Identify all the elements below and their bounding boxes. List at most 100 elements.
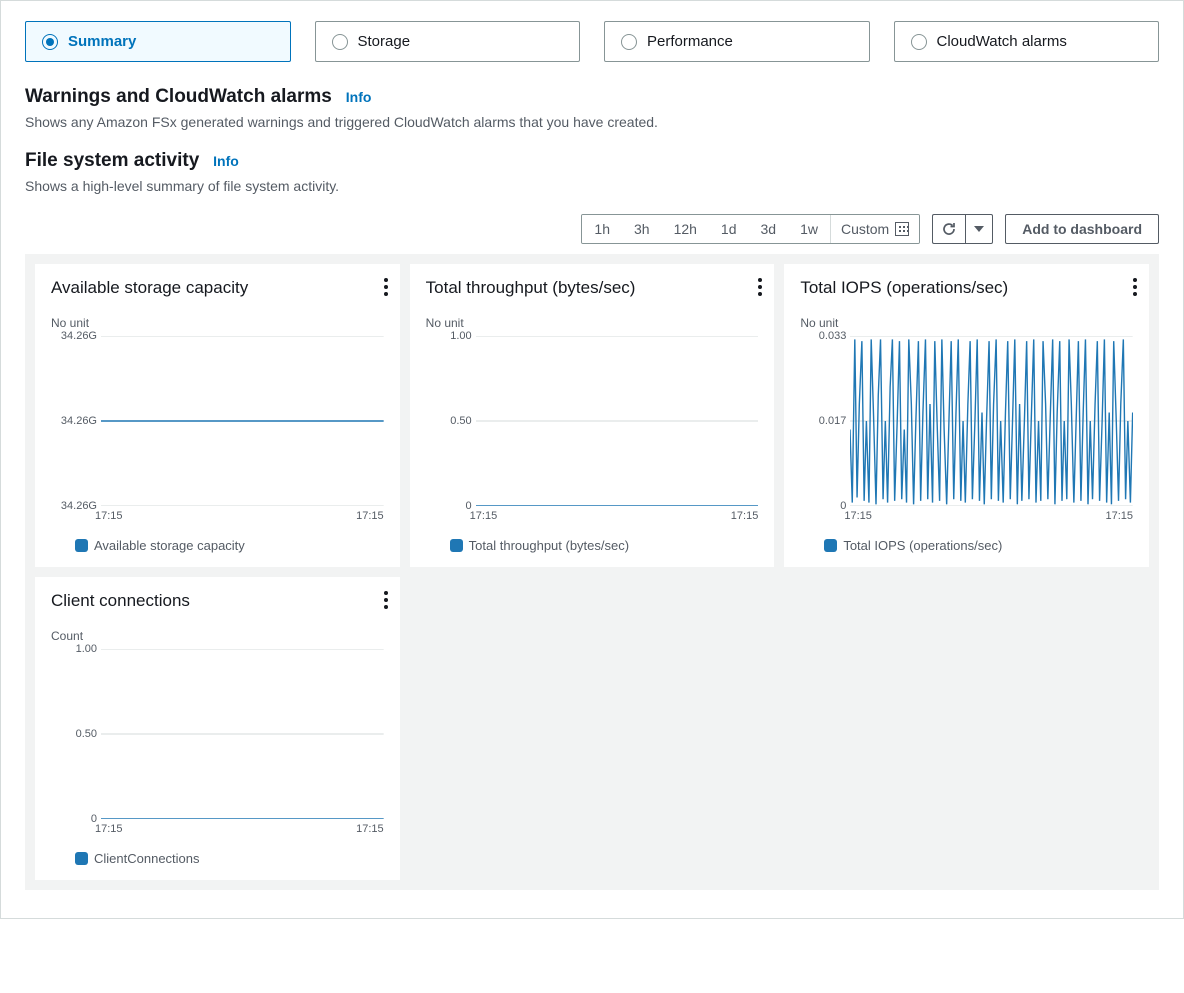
x-tick-label: 17:15 bbox=[470, 510, 498, 522]
activity-desc: Shows a high-level summary of file syste… bbox=[25, 178, 1159, 194]
tab-storage[interactable]: Storage bbox=[315, 21, 581, 62]
chart-legend: Total IOPS (operations/sec) bbox=[824, 538, 1133, 553]
y-tick-label: 0.50 bbox=[450, 415, 471, 427]
range-1w[interactable]: 1w bbox=[788, 215, 830, 243]
radio-icon bbox=[42, 34, 58, 50]
y-tick-label: 34.26G bbox=[61, 415, 97, 427]
refresh-icon bbox=[941, 221, 957, 237]
charts-area: Available storage capacityNo unit34.26G3… bbox=[25, 254, 1159, 890]
warnings-info-link[interactable]: Info bbox=[346, 89, 372, 105]
chart-plot: 1.000.500 bbox=[432, 336, 759, 506]
y-tick-label: 0.50 bbox=[76, 728, 97, 740]
tab-summary[interactable]: Summary bbox=[25, 21, 291, 62]
chart-plot: 34.26G34.26G34.26G bbox=[57, 336, 384, 506]
chart-title: Total throughput (bytes/sec) bbox=[426, 278, 759, 298]
chart-options-icon[interactable] bbox=[1133, 278, 1137, 296]
chart-legend: ClientConnections bbox=[75, 851, 384, 866]
chart-legend: Available storage capacity bbox=[75, 538, 384, 553]
activity-info-link[interactable]: Info bbox=[213, 153, 239, 169]
chart-y-unit: Count bbox=[51, 629, 384, 643]
tab-label: Summary bbox=[68, 33, 136, 50]
range-1h[interactable]: 1h bbox=[582, 215, 622, 243]
chevron-down-icon bbox=[974, 226, 984, 232]
range-3h[interactable]: 3h bbox=[622, 215, 662, 243]
tab-cloudwatch-alarms[interactable]: CloudWatch alarms bbox=[894, 21, 1160, 62]
warnings-title: Warnings and CloudWatch alarms bbox=[25, 86, 332, 108]
range-custom[interactable]: Custom bbox=[830, 215, 919, 243]
chart-options-icon[interactable] bbox=[758, 278, 762, 296]
range-3d[interactable]: 3d bbox=[749, 215, 789, 243]
chart-plot: 1.000.500 bbox=[57, 649, 384, 819]
chart-card: Total IOPS (operations/sec)No unit0.0330… bbox=[784, 264, 1149, 567]
x-tick-label: 17:15 bbox=[95, 823, 123, 835]
chart-svg bbox=[850, 336, 1133, 506]
chart-card: Total throughput (bytes/sec)No unit1.000… bbox=[410, 264, 775, 567]
y-axis-ticks: 1.000.500 bbox=[432, 336, 476, 506]
x-axis-ticks: 17:15 17:15 bbox=[844, 506, 1133, 522]
tab-performance[interactable]: Performance bbox=[604, 21, 870, 62]
legend-label: ClientConnections bbox=[94, 851, 200, 866]
legend-label: Available storage capacity bbox=[94, 538, 245, 553]
chart-title: Total IOPS (operations/sec) bbox=[800, 278, 1133, 298]
range-1d[interactable]: 1d bbox=[709, 215, 749, 243]
legend-swatch-icon bbox=[75, 539, 88, 552]
radio-icon bbox=[621, 34, 637, 50]
chart-y-unit: No unit bbox=[51, 316, 384, 330]
chart-card: Available storage capacityNo unit34.26G3… bbox=[35, 264, 400, 567]
activity-title: File system activity bbox=[25, 150, 199, 172]
chart-title: Available storage capacity bbox=[51, 278, 384, 298]
y-axis-ticks: 34.26G34.26G34.26G bbox=[57, 336, 101, 506]
chart-y-unit: No unit bbox=[426, 316, 759, 330]
x-axis-ticks: 17:15 17:15 bbox=[95, 819, 384, 835]
add-to-dashboard-button[interactable]: Add to dashboard bbox=[1005, 214, 1159, 244]
y-tick-label: 1.00 bbox=[450, 330, 471, 342]
series-line bbox=[850, 339, 1133, 504]
x-tick-label: 17:15 bbox=[356, 823, 384, 835]
radio-icon bbox=[332, 34, 348, 50]
legend-label: Total IOPS (operations/sec) bbox=[843, 538, 1002, 553]
tab-label: Performance bbox=[647, 33, 733, 50]
y-tick-label: 0.017 bbox=[819, 415, 847, 427]
refresh-menu-button[interactable] bbox=[965, 214, 993, 244]
x-tick-label: 17:15 bbox=[844, 510, 872, 522]
y-tick-label: 34.26G bbox=[61, 500, 97, 512]
x-axis-ticks: 17:15 17:15 bbox=[95, 506, 384, 522]
y-tick-label: 0.033 bbox=[819, 330, 847, 342]
y-axis-ticks: 1.000.500 bbox=[57, 649, 101, 819]
y-tick-label: 0 bbox=[840, 500, 846, 512]
refresh-split-button bbox=[932, 214, 993, 244]
x-axis-ticks: 17:15 17:15 bbox=[470, 506, 759, 522]
chart-svg bbox=[101, 336, 384, 506]
x-tick-label: 17:15 bbox=[95, 510, 123, 522]
y-tick-label: 0 bbox=[466, 500, 472, 512]
warnings-desc: Shows any Amazon FSx generated warnings … bbox=[25, 114, 1159, 130]
calendar-icon bbox=[895, 222, 909, 236]
legend-label: Total throughput (bytes/sec) bbox=[469, 538, 629, 553]
y-axis-ticks: 0.0330.0170 bbox=[806, 336, 850, 506]
y-tick-label: 34.26G bbox=[61, 330, 97, 342]
chart-card: Client connectionsCount1.000.50017:1517:… bbox=[35, 577, 400, 880]
x-tick-label: 17:15 bbox=[356, 510, 384, 522]
legend-swatch-icon bbox=[450, 539, 463, 552]
chart-options-icon[interactable] bbox=[384, 278, 388, 296]
x-tick-label: 17:15 bbox=[731, 510, 759, 522]
time-range-group: 1h 3h 12h 1d 3d 1w Custom bbox=[581, 214, 920, 244]
chart-plot: 0.0330.0170 bbox=[806, 336, 1133, 506]
tab-label: Storage bbox=[358, 33, 411, 50]
chart-svg bbox=[101, 649, 384, 819]
chart-title: Client connections bbox=[51, 591, 384, 611]
chart-toolbar: 1h 3h 12h 1d 3d 1w Custom Add to dashboa… bbox=[25, 214, 1159, 244]
y-tick-label: 0 bbox=[91, 813, 97, 825]
chart-svg bbox=[476, 336, 759, 506]
chart-options-icon[interactable] bbox=[384, 591, 388, 609]
y-tick-label: 1.00 bbox=[76, 643, 97, 655]
legend-swatch-icon bbox=[75, 852, 88, 865]
range-12h[interactable]: 12h bbox=[662, 215, 709, 243]
tab-label: CloudWatch alarms bbox=[937, 33, 1067, 50]
radio-icon bbox=[911, 34, 927, 50]
chart-legend: Total throughput (bytes/sec) bbox=[450, 538, 759, 553]
x-tick-label: 17:15 bbox=[1105, 510, 1133, 522]
refresh-button[interactable] bbox=[932, 214, 965, 244]
chart-y-unit: No unit bbox=[800, 316, 1133, 330]
view-tabs: Summary Storage Performance CloudWatch a… bbox=[25, 21, 1159, 62]
